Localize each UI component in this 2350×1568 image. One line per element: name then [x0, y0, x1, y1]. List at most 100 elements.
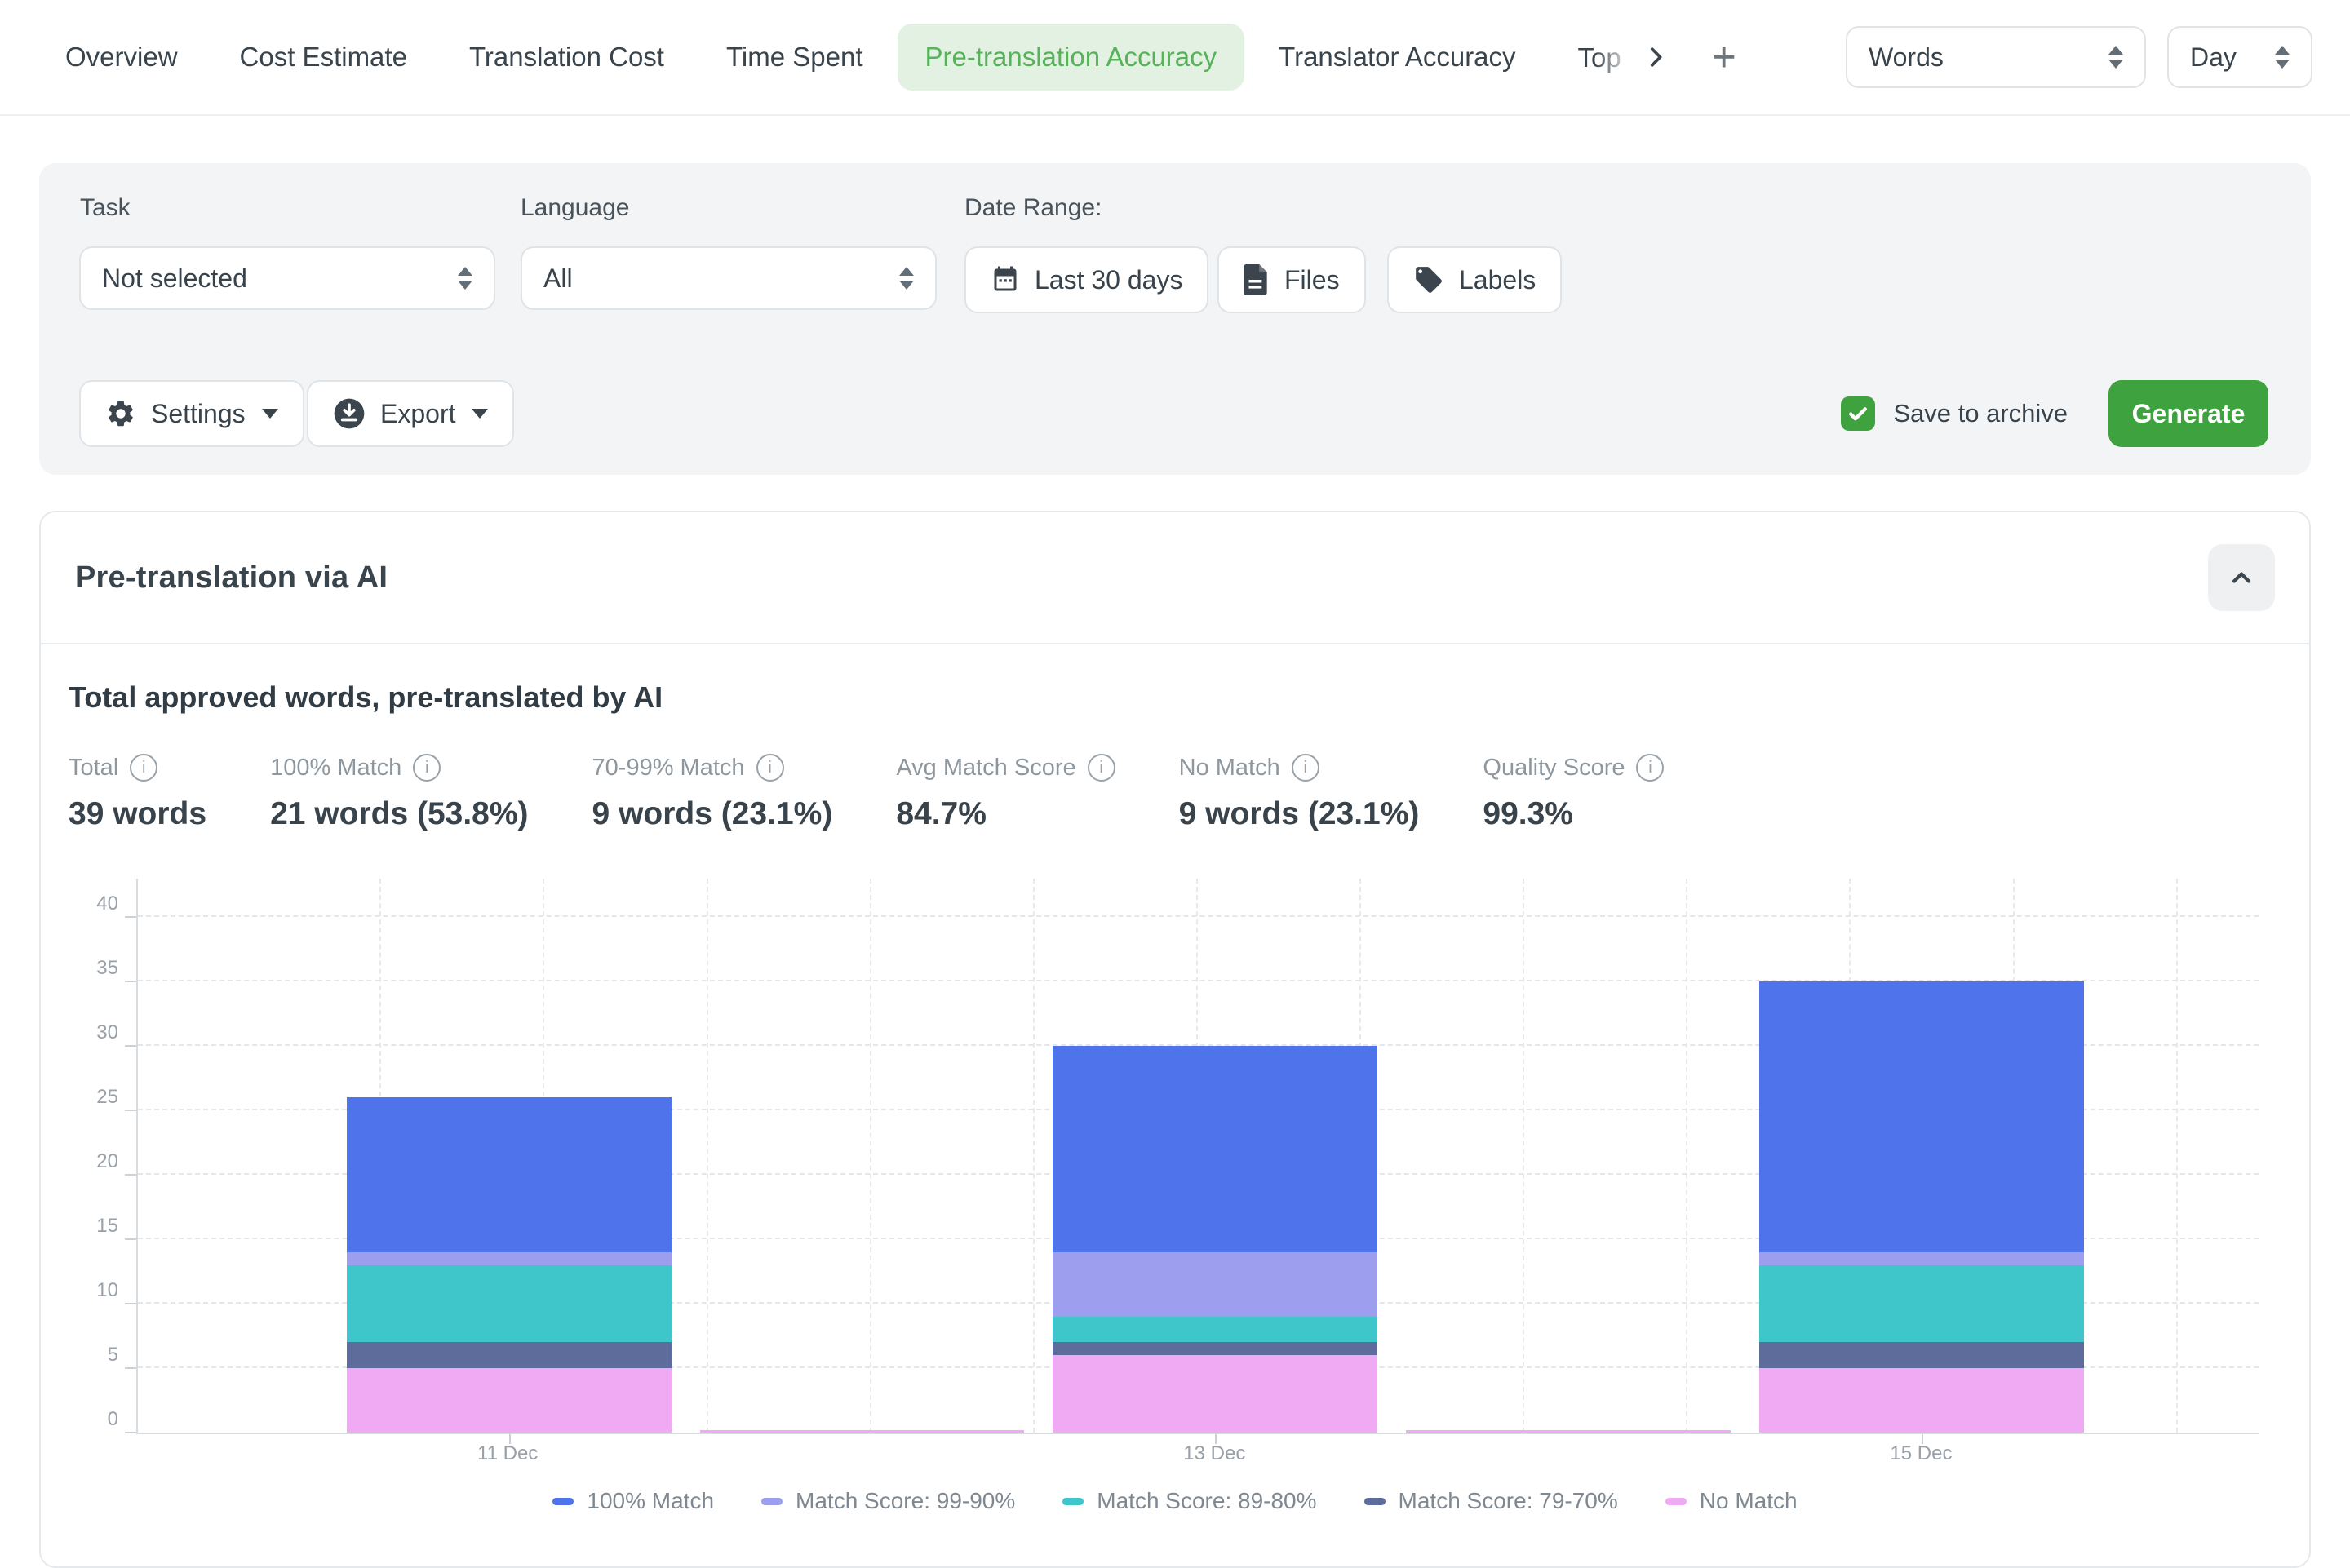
report-tabs-bar: OverviewCost Estimate Translation Cost Tim…: [0, 0, 2350, 116]
bar-segment-match-score-99-90[interactable]: [1053, 1252, 1377, 1317]
stat-value: 99.3%: [1483, 796, 1664, 832]
report-tabs: OverviewCost Estimate Translation Cost Tim…: [38, 23, 1634, 91]
labels-filter-button[interactable]: Labels: [1387, 246, 1562, 313]
x-axis-label-13-dec: 13 Dec: [1183, 1442, 1245, 1465]
tab-fade-overlay: [1594, 23, 1634, 91]
stat-total: Totali39 words: [69, 754, 206, 832]
y-tick-label: 0: [48, 1408, 118, 1431]
tab-translation-cost[interactable]: Translation Cost: [441, 24, 692, 91]
y-tick: [125, 916, 136, 918]
legend-item-match-score-79-70[interactable]: Match Score: 79-70%: [1364, 1488, 1618, 1514]
grid-line-x: [870, 879, 871, 1433]
report-filters-panel: Task Not selected Language All Date Rang…: [39, 163, 2311, 475]
legend-item-match-score-99-90[interactable]: Match Score: 99-90%: [761, 1488, 1015, 1514]
y-tick-label: 25: [48, 1086, 118, 1109]
x-axis-label-11-dec: 11 Dec: [477, 1442, 538, 1465]
tab-label: Translation Cost: [469, 42, 664, 72]
bar-segment-match-score-99-90[interactable]: [347, 1252, 672, 1265]
info-icon[interactable]: i: [413, 754, 441, 782]
grid-line-x: [707, 879, 708, 1433]
period-select[interactable]: Day: [2167, 26, 2312, 88]
y-tick: [125, 1174, 136, 1176]
bar-segment-no-match[interactable]: [1406, 1430, 1731, 1433]
bar-14-dec[interactable]: [1406, 1430, 1731, 1433]
y-tick: [125, 1303, 136, 1304]
generate-button[interactable]: Generate: [2108, 380, 2268, 447]
bar-11-dec[interactable]: [347, 1097, 672, 1433]
settings-button[interactable]: Settings: [79, 380, 304, 447]
tag-icon: [1413, 264, 1444, 295]
y-tick-label: 35: [48, 957, 118, 980]
legend-item-match-score-89-80[interactable]: Match Score: 89-80%: [1062, 1488, 1316, 1514]
stat-label-text: 100% Match: [270, 755, 401, 782]
card-title: Pre-translation via AI: [75, 560, 388, 596]
bar-segment-100-match[interactable]: [347, 1097, 672, 1252]
date-range-button[interactable]: Last 30 days: [964, 246, 1208, 313]
checkmark-icon: [1846, 401, 1870, 426]
bar-segment-no-match[interactable]: [1053, 1355, 1377, 1433]
legend-swatch: [1364, 1498, 1386, 1505]
bar-segment-match-score-79-70[interactable]: [1053, 1342, 1377, 1355]
bar-13-dec[interactable]: [1053, 1046, 1377, 1433]
info-icon[interactable]: i: [1636, 754, 1664, 782]
bar-segment-no-match[interactable]: [700, 1430, 1025, 1433]
period-select-value: Day: [2190, 42, 2237, 73]
info-icon[interactable]: i: [1292, 754, 1319, 782]
bar-segment-match-score-99-90[interactable]: [1759, 1252, 2084, 1265]
select-arrows-icon: [2275, 46, 2290, 69]
bar-segment-match-score-89-80[interactable]: [1053, 1317, 1377, 1343]
info-icon[interactable]: i: [130, 754, 157, 782]
tab-top[interactable]: Top: [1550, 23, 1634, 91]
chart-x-axis-labels: 11 Dec13 Dec15 Dec: [136, 1442, 2259, 1475]
bar-segment-match-score-79-70[interactable]: [347, 1342, 672, 1368]
bar-segment-match-score-89-80[interactable]: [1759, 1265, 2084, 1343]
tab-translator-accuracy[interactable]: Translator Accuracy: [1251, 24, 1543, 91]
bar-15-dec[interactable]: [1759, 981, 2084, 1433]
files-filter-button[interactable]: Files: [1217, 246, 1366, 313]
unit-select-value: Words: [1869, 42, 1944, 73]
language-select-value: All: [543, 264, 573, 294]
save-to-archive-label[interactable]: Save to archive: [1893, 399, 2068, 428]
chart-legend: 100% Match Match Score: 99-90% Match Score…: [41, 1488, 2309, 1514]
legend-swatch: [1665, 1498, 1687, 1505]
bar-segment-match-score-89-80[interactable]: [347, 1265, 672, 1343]
stat-value: 84.7%: [896, 796, 1115, 832]
grid-line-x: [1033, 879, 1035, 1433]
legend-swatch: [761, 1498, 783, 1505]
legend-swatch: [552, 1498, 574, 1505]
add-report-tab-button[interactable]: +: [1712, 36, 1736, 78]
select-arrows-icon: [899, 267, 914, 290]
legend-swatch: [1062, 1498, 1084, 1505]
info-icon[interactable]: i: [756, 754, 784, 782]
y-tick-label: 20: [48, 1150, 118, 1173]
tab-cost-estimate[interactable]: Cost Estimate: [212, 24, 435, 91]
stat-label-text: 70-99% Match: [592, 755, 745, 782]
bar-segment-no-match[interactable]: [1759, 1368, 2084, 1433]
save-to-archive-checkbox[interactable]: [1841, 396, 1875, 431]
tab-pre-translation-accuracy[interactable]: Pre-translation Accuracy: [898, 24, 1245, 91]
legend-item-no-match[interactable]: No Match: [1665, 1488, 1798, 1514]
legend-label: Match Score: 79-70%: [1399, 1488, 1618, 1514]
unit-select[interactable]: Words: [1846, 26, 2146, 88]
y-tick: [125, 1432, 136, 1433]
info-icon[interactable]: i: [1088, 754, 1115, 782]
task-select[interactable]: Not selected: [79, 246, 495, 310]
select-arrows-icon: [2108, 46, 2123, 69]
export-button[interactable]: Export: [307, 380, 514, 447]
stat-label: Avg Match Scorei: [896, 754, 1115, 782]
tab-time-spent[interactable]: Time Spent: [698, 24, 891, 91]
tabs-scroll-right-icon[interactable]: [1642, 43, 1669, 71]
legend-item-100-match[interactable]: 100% Match: [552, 1488, 714, 1514]
collapse-card-button[interactable]: [2208, 544, 2275, 611]
bar-12-dec[interactable]: [700, 1430, 1025, 1433]
bar-segment-match-score-79-70[interactable]: [1759, 1342, 2084, 1368]
language-select[interactable]: All: [521, 246, 937, 310]
download-icon: [333, 397, 366, 430]
tab-overview[interactable]: Overview: [38, 24, 206, 91]
bar-segment-100-match[interactable]: [1759, 981, 2084, 1252]
bar-segment-no-match[interactable]: [347, 1368, 672, 1433]
stat-label: Quality Scorei: [1483, 754, 1664, 782]
bar-segment-100-match[interactable]: [1053, 1046, 1377, 1252]
stats-row: Totali39 words100% Matchi21 words (53.8%…: [69, 754, 2309, 832]
y-tick: [125, 1238, 136, 1240]
